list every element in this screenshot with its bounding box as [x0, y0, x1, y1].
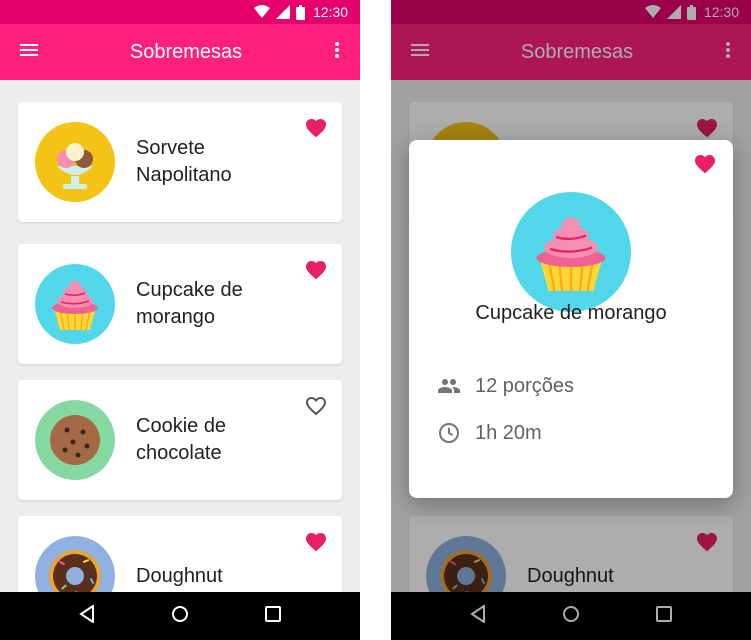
favorite-filled-icon: [695, 530, 719, 554]
status-bar: 12:30: [0, 0, 360, 24]
app-title: Sobremesas: [129, 40, 243, 63]
home-icon: [171, 605, 189, 628]
list-item[interactable]: Cookie de chocolate: [18, 380, 342, 500]
more-vert-icon: [335, 41, 339, 63]
back-button[interactable]: [67, 596, 107, 636]
time-row: 1h 20m: [437, 421, 542, 445]
wifi-icon: [644, 5, 661, 19]
dessert-list: Sorvete Napolitano Cupcake de morango Co…: [0, 80, 360, 592]
recents-button[interactable]: [253, 596, 293, 636]
item-name: Sorvete Napolitano: [136, 137, 232, 186]
item-name: Cookie de chocolate: [136, 415, 227, 464]
favorite-filled-icon: [695, 116, 719, 140]
wifi-icon: [253, 5, 270, 19]
more-options-button[interactable]: [314, 24, 360, 80]
servings-text: 12 porções: [475, 374, 574, 397]
home-button[interactable]: [551, 596, 591, 636]
item-name: Doughnut: [136, 564, 223, 587]
status-bar: 12:30: [391, 0, 751, 24]
cupcake-icon: [35, 264, 115, 344]
recents-button[interactable]: [644, 596, 684, 636]
time-text: 1h 20m: [475, 421, 542, 444]
home-icon: [562, 605, 580, 628]
menu-button[interactable]: [0, 24, 58, 80]
status-time: 12:30: [703, 4, 739, 20]
phone-detail-screen: 12:30 Sobremesas Doughnut Cupcake de mor…: [391, 0, 751, 640]
battery-icon: [295, 4, 305, 20]
list-item[interactable]: Sorvete Napolitano: [18, 102, 342, 222]
battery-icon: [686, 4, 696, 20]
dialog-title: Cupcake de morango: [475, 302, 667, 324]
system-nav-bar: [0, 592, 360, 640]
app-bar: Sobremesas: [391, 24, 751, 80]
doughnut-icon: [35, 536, 115, 592]
back-button[interactable]: [458, 596, 498, 636]
back-icon: [78, 603, 95, 628]
favorite-filled-icon[interactable]: [693, 152, 717, 176]
favorite-outline-icon[interactable]: [304, 394, 328, 418]
doughnut-icon: [426, 536, 506, 592]
cupcake-icon: [511, 192, 631, 312]
favorite-filled-icon[interactable]: [304, 116, 328, 140]
signal-icon: [275, 5, 290, 19]
menu-icon: [411, 43, 429, 61]
app-bar: Sobremesas: [0, 24, 360, 80]
favorite-filled-icon[interactable]: [304, 258, 328, 282]
recents-icon: [656, 605, 673, 627]
ice-cream-icon: [35, 122, 115, 202]
status-time: 12:30: [312, 4, 348, 20]
menu-icon: [20, 43, 38, 61]
back-icon: [469, 603, 486, 628]
menu-button[interactable]: [391, 24, 449, 80]
app-title: Sobremesas: [520, 40, 634, 63]
signal-icon: [666, 5, 681, 19]
clock-icon: [437, 421, 461, 445]
phone-list-screen: 12:30 Sobremesas Sorvete Napolitano Cupc…: [0, 0, 360, 640]
people-icon: [437, 374, 461, 398]
list-item: Doughnut: [409, 516, 733, 592]
servings-row: 12 porções: [437, 374, 574, 398]
favorite-filled-icon[interactable]: [304, 530, 328, 554]
list-item[interactable]: Cupcake de morango: [18, 244, 342, 364]
list-item[interactable]: Doughnut: [18, 516, 342, 592]
system-nav-bar: [391, 592, 751, 640]
home-button[interactable]: [160, 596, 200, 636]
recents-icon: [265, 605, 282, 627]
cookie-icon: [35, 400, 115, 480]
more-vert-icon: [726, 41, 730, 63]
more-options-button[interactable]: [705, 24, 751, 80]
item-name: Doughnut: [527, 564, 614, 587]
item-name: Cupcake de morango: [136, 279, 243, 328]
recipe-detail-dialog: Cupcake de morango 12 porções 1h 20m: [409, 140, 733, 498]
